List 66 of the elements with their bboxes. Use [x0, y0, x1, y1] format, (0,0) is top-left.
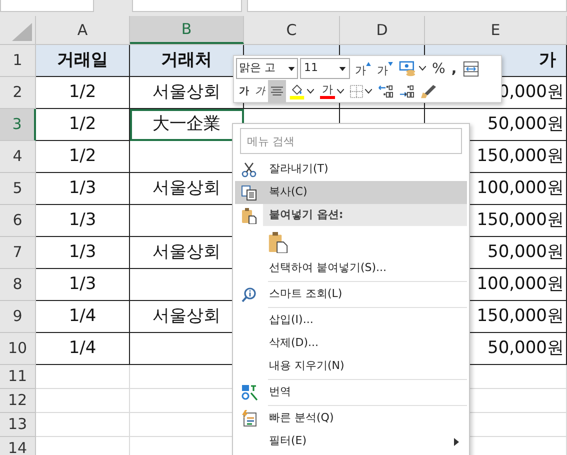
table-cell: 大一企業 — [130, 109, 244, 141]
column-header[interactable]: B — [130, 16, 244, 44]
table-cell: 1/3 — [36, 173, 130, 205]
row-header[interactable]: 10 — [0, 333, 36, 365]
triangle-icon — [366, 62, 371, 66]
bold-button[interactable]: 가 — [239, 84, 249, 99]
row-header[interactable]: 5 — [0, 173, 36, 205]
fill-color-icon[interactable] — [289, 83, 305, 100]
paintbrush-icon[interactable] — [420, 84, 437, 99]
menu-item[interactable]: 필터(E) — [235, 430, 467, 453]
wrap-text-icon[interactable] — [462, 60, 479, 76]
menu-search-field[interactable]: 메뉴 검색 — [240, 128, 462, 154]
row-header[interactable]: 7 — [0, 237, 36, 269]
search-icon — [241, 286, 257, 302]
quick-analysis-icon — [241, 410, 257, 427]
increase-decimal-icon[interactable] — [399, 84, 414, 99]
caret-icon[interactable] — [307, 89, 314, 94]
font-color-button[interactable]: 가 — [322, 84, 333, 95]
percent-button[interactable]: % — [432, 62, 446, 76]
italic-button[interactable]: 가 — [255, 84, 265, 99]
row-header[interactable]: 12 — [0, 389, 36, 413]
triangle-icon — [388, 62, 393, 66]
table-cell: 1/2 — [36, 141, 130, 173]
caret-icon[interactable] — [419, 66, 426, 71]
row-header[interactable]: 3 — [0, 109, 36, 141]
align-center-icon[interactable] — [271, 86, 283, 97]
menu-item[interactable]: 복사(C) — [235, 181, 467, 204]
formula-field[interactable] — [247, 0, 567, 12]
table-cell: 1/3 — [36, 205, 130, 237]
font-size-dropdown[interactable]: 11 — [300, 58, 350, 79]
table-cell: 1/2 — [36, 77, 130, 109]
clipboard-icon — [241, 206, 257, 224]
paste-option-icon[interactable] — [268, 230, 288, 252]
row-header[interactable]: 9 — [0, 301, 36, 333]
table-cell: 1/3 — [36, 269, 130, 301]
scissors-icon — [241, 162, 257, 178]
decrease-decimal-icon[interactable] — [378, 84, 393, 99]
caret-icon — [288, 66, 295, 70]
row-header[interactable]: 1 — [0, 45, 36, 77]
translate-icon — [240, 384, 258, 401]
copy-icon — [241, 184, 257, 200]
row-header[interactable]: 8 — [0, 269, 36, 301]
caret-icon[interactable] — [337, 89, 344, 94]
row-header[interactable]: 13 — [0, 413, 36, 437]
menu-item[interactable]: 번역 — [235, 381, 467, 404]
paste-options-heading: 붙여넣기 옵션: — [263, 204, 467, 226]
row-header[interactable]: 14 — [0, 437, 36, 455]
column-header[interactable]: D — [340, 16, 425, 44]
column-header[interactable]: C — [244, 16, 340, 44]
table-cell: 1/4 — [36, 301, 130, 333]
row-header[interactable]: 2 — [0, 77, 36, 109]
column-header[interactable]: E — [425, 16, 567, 44]
table-cell: 1/2 — [36, 109, 130, 141]
money-icon[interactable] — [399, 60, 417, 76]
decrease-font-button[interactable]: 가 — [377, 64, 388, 76]
caret-icon — [339, 66, 346, 70]
increase-font-button[interactable]: 가 — [355, 64, 366, 76]
header-cell: 거래일 — [36, 45, 130, 77]
comma-button[interactable]: , — [451, 62, 457, 76]
menu-item[interactable]: 빠른 분석(Q) — [235, 407, 467, 430]
row-header[interactable]: 11 — [0, 365, 36, 389]
table-cell: 1/4 — [36, 333, 130, 365]
row-header[interactable]: 6 — [0, 205, 36, 237]
caret-icon[interactable] — [365, 89, 372, 94]
row-header[interactable]: 4 — [0, 141, 36, 173]
table-cell: 1/3 — [36, 237, 130, 269]
